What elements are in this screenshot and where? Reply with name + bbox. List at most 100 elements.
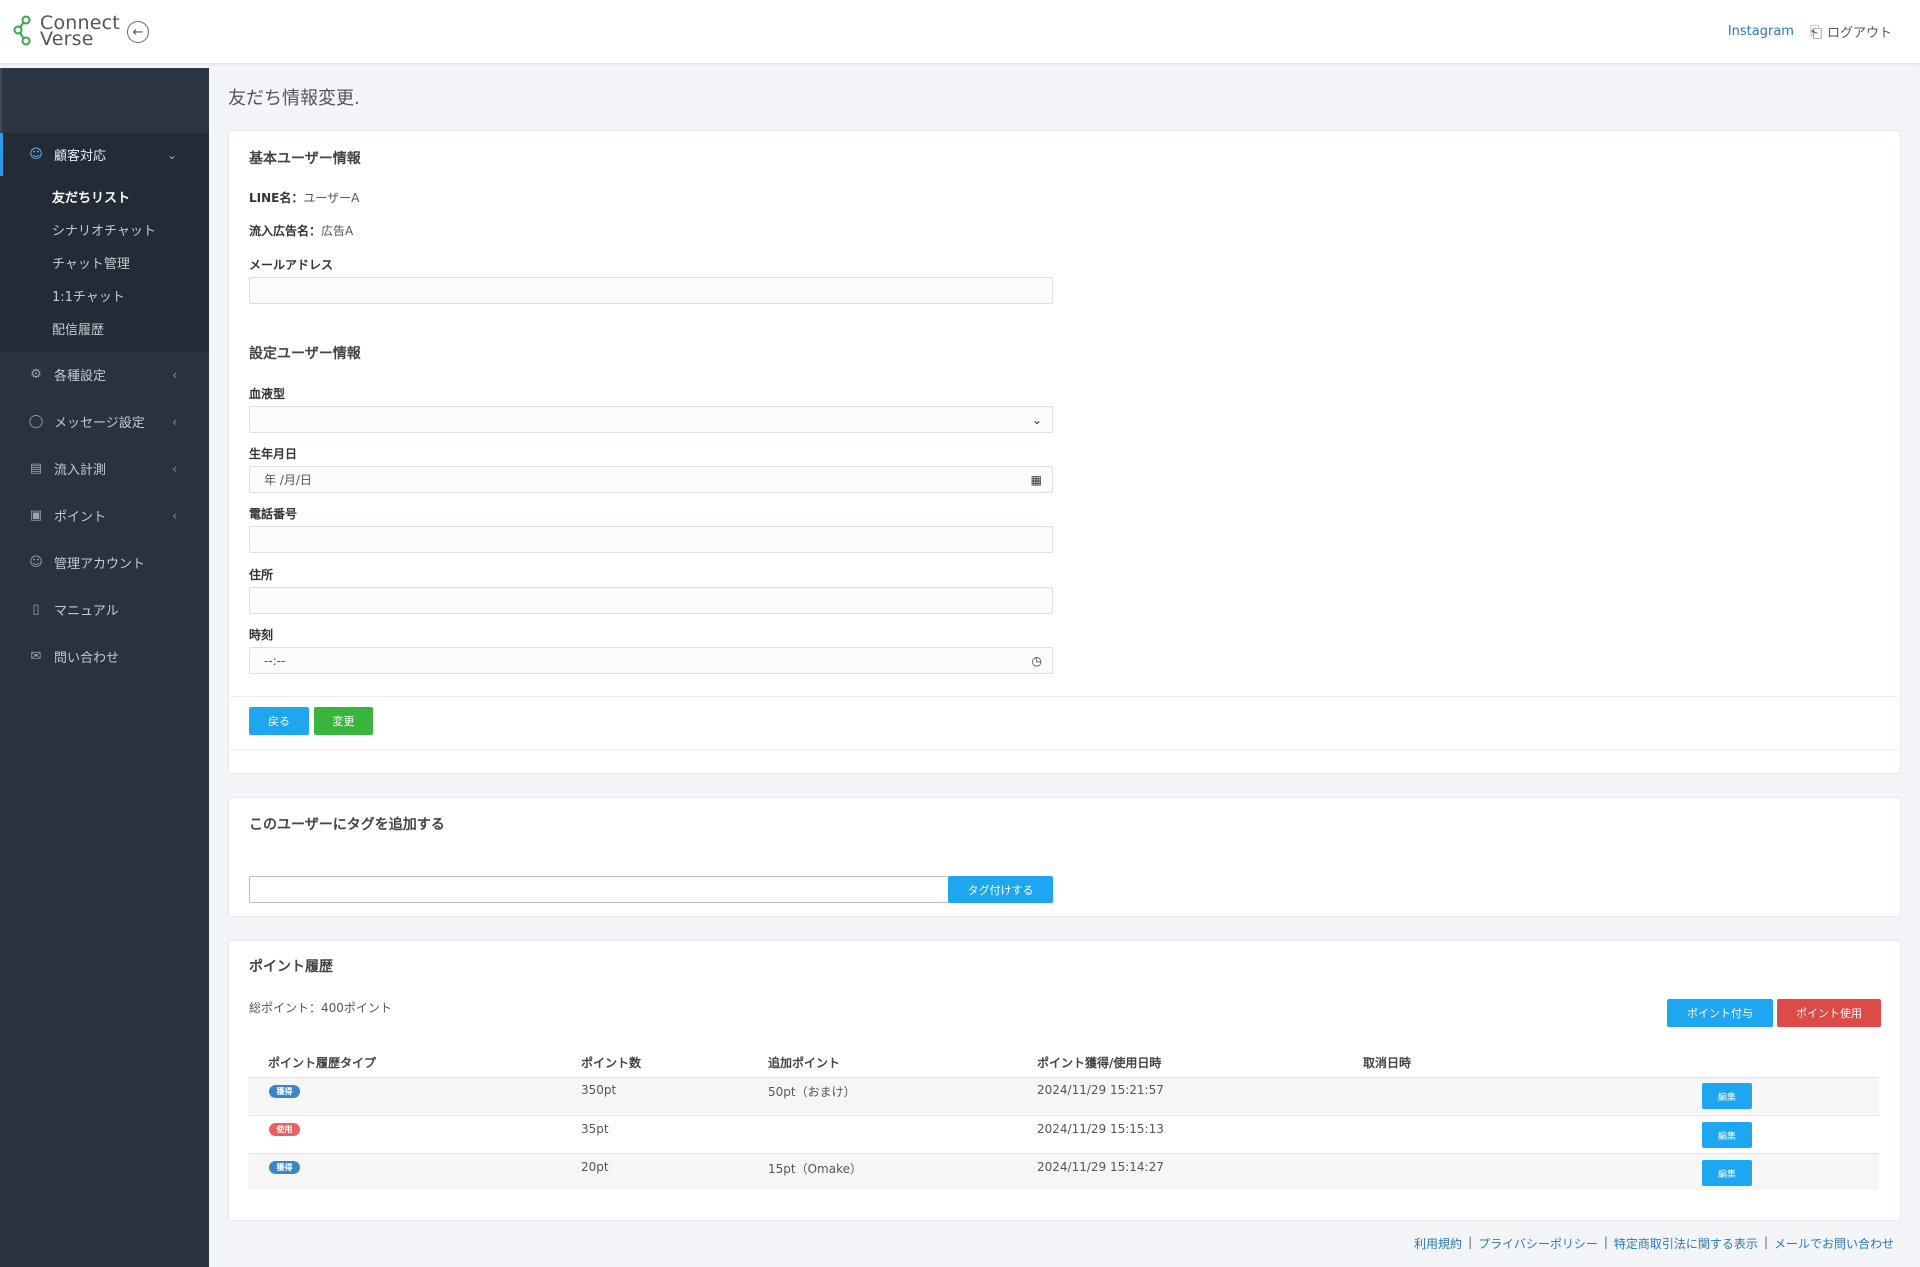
- sidebar-item-customer[interactable]: ☺ 顧客対応 ⌄: [0, 133, 209, 176]
- sidebar-item-label: メッセージ設定: [54, 416, 145, 431]
- tag-input[interactable]: [249, 876, 949, 903]
- datetime-cell: 2024/11/29 15:21:57: [1037, 1083, 1164, 1097]
- ad-name-value: 広告A: [321, 224, 354, 238]
- line-name-label: LINE名：: [249, 191, 304, 205]
- chat-bubble-icon: ◯: [28, 414, 44, 429]
- birthdate-label: 生年月日: [249, 447, 298, 461]
- email-field[interactable]: [249, 277, 1053, 304]
- birthdate-field[interactable]: 年 /月/日 ▦: [249, 466, 1053, 493]
- points-section-title: ポイント履歴: [249, 959, 333, 975]
- datetime-cell: 2024/11/29 15:15:13: [1037, 1122, 1164, 1136]
- settings-info-title: 設定ユーザー情報: [249, 346, 361, 362]
- extra-cell: 15pt（Omake）: [768, 1162, 862, 1176]
- terms-link[interactable]: 利用規約: [1414, 1235, 1462, 1252]
- email-contact-link[interactable]: メールでお問い合わせ: [1774, 1235, 1894, 1252]
- bar-chart-icon: ▤: [29, 461, 43, 476]
- users-icon: ☺: [29, 147, 43, 162]
- blood-type-select[interactable]: ⌄: [249, 406, 1053, 433]
- table-row: 獲得 20pt 15pt（Omake） 2024/11/29 15:14:27 …: [248, 1153, 1879, 1190]
- user-info-card: 基本ユーザー情報 LINE名：ユーザーA 流入広告名：広告A メールアドレス 設…: [228, 130, 1901, 774]
- sidebar-item-label: マニュアル: [54, 604, 119, 619]
- column-header-points: ポイント数: [581, 1056, 642, 1070]
- back-button[interactable]: 戻る: [249, 707, 309, 735]
- calendar-icon[interactable]: ▦: [1031, 473, 1042, 487]
- column-header-type: ポイント履歴タイプ: [268, 1056, 377, 1070]
- grant-points-button[interactable]: ポイント付与: [1667, 999, 1773, 1027]
- footer-separator: |: [1603, 1235, 1608, 1249]
- privacy-link[interactable]: プライバシーポリシー: [1478, 1235, 1598, 1252]
- line-name-value: ユーザーA: [303, 191, 360, 205]
- sidebar-item-label: 流入計測: [54, 463, 107, 478]
- commercial-law-link[interactable]: 特定商取引法に関する表示: [1614, 1235, 1758, 1252]
- time-field[interactable]: --:-- ◷: [249, 647, 1053, 674]
- logo-icon: [12, 14, 36, 48]
- logo-text: Connect Verse: [40, 14, 120, 49]
- sidebar-item-settings[interactable]: ⚙ 各種設定 ‹: [0, 351, 209, 398]
- time-label: 時刻: [249, 628, 274, 642]
- sidebar-item-manual[interactable]: ▯ マニュアル: [0, 586, 209, 633]
- total-points-label: 総ポイント：: [249, 1001, 322, 1015]
- ad-name-label: 流入広告名：: [249, 224, 322, 238]
- logout-label: ログアウト: [1826, 26, 1892, 41]
- sidebar-item-contact[interactable]: ✉ 問い合わせ: [0, 633, 209, 680]
- gear-icon: ⚙: [30, 367, 42, 382]
- points-cell: 35pt: [581, 1122, 609, 1136]
- footer-separator: |: [1763, 1235, 1768, 1249]
- sidebar-item-inflow[interactable]: ▤ 流入計測 ‹: [0, 445, 209, 492]
- top-header: Connect Verse ← Instagram ⎗ ログアウト: [0, 0, 1920, 64]
- edit-button[interactable]: 編集: [1702, 1160, 1752, 1186]
- sidebar-item-label: 管理アカウント: [54, 557, 146, 572]
- blood-type-label: 血液型: [249, 387, 286, 401]
- status-badge: 使用: [269, 1123, 300, 1136]
- sidebar-item-message-settings[interactable]: ◯ メッセージ設定 ‹: [0, 398, 209, 445]
- add-tag-button[interactable]: タグ付けする: [948, 876, 1053, 903]
- logout-icon: ⎗: [1809, 22, 1822, 41]
- footer-links: 利用規約 | プライバシーポリシー | 特定商取引法に関する表示 | メールでお…: [1414, 1235, 1894, 1252]
- column-header-datetime: ポイント獲得/使用日時: [1037, 1056, 1162, 1070]
- chevron-left-icon: ‹: [172, 461, 177, 476]
- tag-card: このユーザーにタグを追加する タグ付けする: [228, 797, 1901, 917]
- mail-icon: ✉: [30, 649, 42, 664]
- use-points-button[interactable]: ポイント使用: [1777, 999, 1881, 1027]
- footer-separator: |: [1468, 1235, 1473, 1249]
- sidebar-item-points[interactable]: ▣ ポイント ‹: [0, 492, 209, 539]
- sidebar-item-label: 各種設定: [54, 369, 107, 384]
- time-placeholder: --:--: [264, 653, 286, 668]
- arrow-left-circle-icon[interactable]: ←: [127, 21, 149, 43]
- phone-label: 電話番号: [249, 507, 298, 521]
- datetime-cell: 2024/11/29 15:14:27: [1037, 1160, 1164, 1174]
- column-header-cancelled: 取消日時: [1363, 1056, 1412, 1070]
- sidebar-sub-scenario-chat[interactable]: シナリオチャット: [0, 213, 209, 246]
- sidebar-item-admin-account[interactable]: ☺ 管理アカウント: [0, 539, 209, 586]
- email-label: メールアドレス: [249, 258, 334, 272]
- table-row: 使用 35pt 2024/11/29 15:15:13 編集: [248, 1115, 1879, 1152]
- address-field[interactable]: [249, 587, 1053, 614]
- clock-icon[interactable]: ◷: [1032, 654, 1042, 668]
- edit-button[interactable]: 編集: [1702, 1083, 1752, 1109]
- phone-field[interactable]: [249, 526, 1053, 553]
- sidebar-sub-one-on-one-chat[interactable]: 1:1チャット: [0, 279, 209, 312]
- chevron-down-icon: ⌄: [166, 147, 177, 162]
- sidebar-sub-friends-list[interactable]: 友だちリスト: [0, 180, 209, 213]
- chevron-down-icon: ⌄: [1031, 412, 1042, 427]
- points-cell: 20pt: [581, 1160, 609, 1174]
- logo[interactable]: Connect Verse: [12, 14, 120, 49]
- form-actions-divider: [230, 696, 1899, 697]
- sidebar-item-label: 顧客対応: [54, 149, 107, 164]
- column-header-extra: 追加ポイント: [768, 1056, 841, 1070]
- book-icon: ▯: [32, 602, 40, 617]
- sidebar-sub-list: 友だちリスト シナリオチャット チャット管理 1:1チャット 配信履歴: [0, 176, 209, 351]
- sidebar-item-label: 問い合わせ: [54, 651, 120, 666]
- sidebar-sub-chat-management[interactable]: チャット管理: [0, 246, 209, 279]
- status-badge: 獲得: [269, 1161, 300, 1174]
- sidebar-sub-delivery-history[interactable]: 配信履歴: [0, 312, 209, 345]
- table-row: 獲得 350pt 50pt（おまけ） 2024/11/29 15:21:57 編…: [248, 1077, 1879, 1114]
- address-label: 住所: [249, 568, 274, 582]
- submit-change-button[interactable]: 変更: [314, 707, 373, 735]
- sidebar-item-label: ポイント: [54, 510, 107, 525]
- logout-button[interactable]: ⎗ ログアウト: [1809, 22, 1892, 42]
- instagram-link[interactable]: Instagram: [1728, 24, 1794, 39]
- total-points: 総ポイント：400ポイント: [249, 999, 392, 1016]
- header-right: Instagram ⎗ ログアウト: [1728, 22, 1892, 42]
- edit-button[interactable]: 編集: [1702, 1122, 1752, 1148]
